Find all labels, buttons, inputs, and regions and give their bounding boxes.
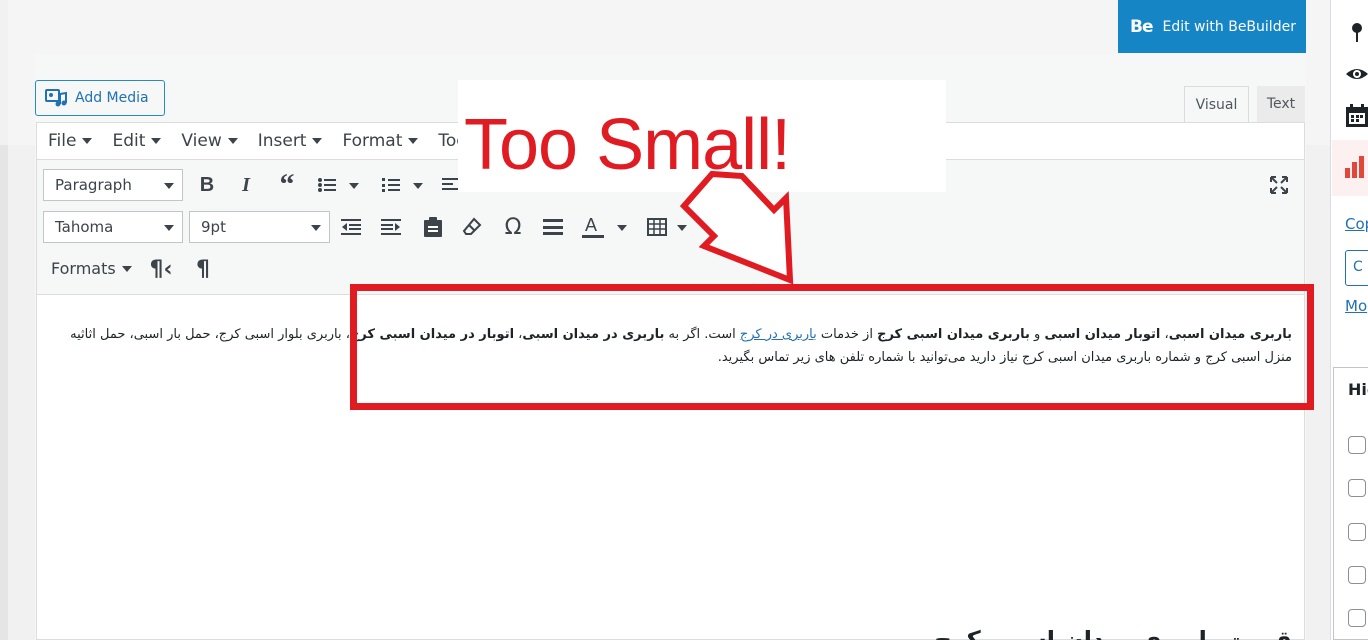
horizontal-line-icon	[543, 219, 563, 235]
chevron-down-icon	[311, 225, 321, 231]
chevron-down-icon[interactable]	[413, 183, 423, 189]
menu-insert[interactable]: Insert	[258, 131, 323, 151]
tab-visual[interactable]: Visual	[1184, 86, 1249, 122]
paste-text-button[interactable]	[419, 213, 447, 241]
chevron-down-icon	[82, 138, 93, 144]
clear-formatting-button[interactable]	[458, 213, 486, 241]
text-color-icon: A	[582, 215, 604, 238]
font-size-select[interactable]: 9pt	[189, 211, 330, 243]
add-media-label: Add Media	[75, 90, 149, 106]
bullet-list-button[interactable]	[313, 171, 341, 199]
sidebar-checkbox[interactable]	[1348, 479, 1366, 497]
rtl-direction-button[interactable]: ¶	[189, 255, 217, 283]
content-heading: قیمت باربری میدان اسبی کرج	[934, 626, 1292, 640]
sidebar-checkbox[interactable]	[1348, 609, 1366, 627]
table-button[interactable]	[643, 213, 671, 241]
chevron-down-icon	[151, 138, 162, 144]
formats-dropdown[interactable]: Formats	[51, 259, 132, 278]
clipboard-icon	[424, 217, 442, 237]
calendar-icon	[1346, 104, 1368, 127]
left-gutter	[0, 145, 8, 640]
copy-link[interactable]: Cop	[1345, 215, 1368, 233]
visibility-eye-icon	[1346, 69, 1368, 79]
sidebar-checkbox[interactable]	[1348, 436, 1366, 454]
sidebar-button[interactable]: C	[1345, 250, 1368, 286]
chevron-down-icon	[121, 265, 132, 272]
paragraph-rtl-icon: ¶	[196, 256, 210, 282]
tab-text[interactable]: Text	[1257, 86, 1305, 122]
menu-format[interactable]: Format	[342, 131, 419, 151]
sidebar-checkbox[interactable]	[1348, 523, 1366, 541]
chevron-down-icon	[408, 138, 419, 144]
bold-button[interactable]: B	[193, 171, 221, 199]
table-icon	[647, 218, 667, 236]
seo-score-panel	[1332, 140, 1368, 196]
seo-chart-icon	[1345, 156, 1364, 178]
special-character-button[interactable]: Ω	[499, 213, 527, 241]
chevron-down-icon	[164, 183, 174, 189]
paragraph-ltr-icon: ¶‹	[149, 256, 173, 282]
menu-edit[interactable]: Edit	[112, 131, 162, 151]
menu-file[interactable]: File	[48, 131, 93, 151]
blockquote-button[interactable]: “	[273, 168, 301, 201]
indent-icon	[381, 219, 401, 235]
ltr-direction-button[interactable]: ¶‹	[147, 255, 175, 283]
bullet-list-icon	[318, 178, 336, 192]
add-media-button[interactable]: Add Media	[35, 80, 165, 116]
chevron-down-icon[interactable]	[349, 183, 359, 189]
bebuilder-label: Edit with BeBuilder	[1162, 18, 1296, 35]
outdent-icon	[341, 219, 361, 235]
indent-button[interactable]	[377, 213, 405, 241]
outdent-button[interactable]	[337, 213, 365, 241]
numbered-list-button[interactable]	[377, 171, 405, 199]
block-format-select[interactable]: Paragraph	[43, 169, 183, 201]
bebuilder-logo-icon: Be	[1130, 16, 1153, 37]
edit-with-bebuilder-button[interactable]: Be Edit with BeBuilder	[1118, 0, 1306, 53]
eraser-icon	[462, 217, 482, 235]
sidebar-checkbox[interactable]	[1348, 566, 1366, 584]
numbered-list-icon	[382, 178, 400, 192]
chevron-down-icon	[227, 138, 238, 144]
fullscreen-button[interactable]	[1265, 171, 1293, 199]
horizontal-line-button[interactable]	[539, 213, 567, 241]
more-link[interactable]: Mo	[1345, 297, 1367, 315]
font-family-select[interactable]: Tahoma	[43, 211, 183, 243]
sidebar-panel-title: Hid	[1348, 380, 1368, 399]
fullscreen-icon	[1270, 176, 1288, 194]
text-color-button[interactable]: A	[579, 213, 607, 241]
sidebar-panel: Hid	[1333, 367, 1368, 640]
svg-text:A: A	[585, 215, 597, 235]
chevron-down-icon[interactable]	[617, 225, 627, 231]
menu-view[interactable]: View	[181, 131, 238, 151]
annotation-arrow-icon	[679, 170, 794, 285]
italic-button[interactable]: I	[232, 171, 260, 199]
chevron-down-icon	[164, 225, 174, 231]
annotation-highlight-box	[350, 284, 1314, 410]
media-icon	[45, 89, 67, 107]
pin-icon	[1352, 23, 1362, 42]
chevron-down-icon	[312, 138, 323, 144]
